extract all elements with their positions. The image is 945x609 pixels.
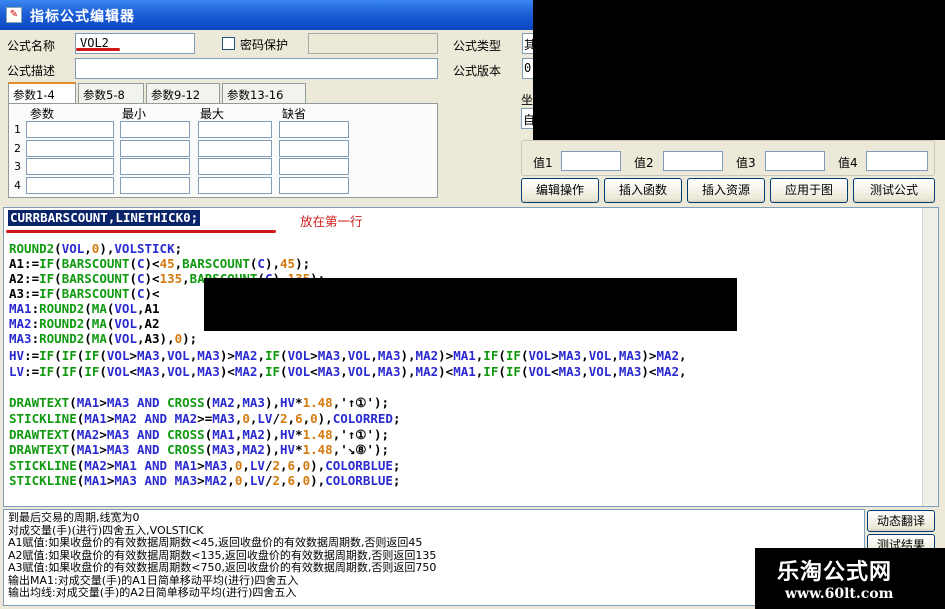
value4-label: 值4: [838, 156, 858, 170]
tab-params-13-16[interactable]: 参数13-16: [222, 83, 306, 103]
code-line: MA3:ROUND2(MA(VOL,A3),0);: [9, 331, 198, 346]
code-line: STICKLINE(MA1>MA2 AND MA2>=MA3,0,LV/2,6,…: [9, 411, 401, 426]
password-checkbox[interactable]: [222, 37, 235, 50]
code-line: HV:=IF(IF(IF(VOL>MA3,VOL,MA3)>MA2,IF(VOL…: [9, 348, 687, 363]
param-default-field[interactable]: [279, 121, 349, 138]
formula-name-label: 公式名称: [7, 39, 56, 53]
insert-function-button[interactable]: 插入函数: [604, 178, 682, 203]
password-label: 密码保护: [240, 38, 289, 52]
first-line-underline-mark: [6, 230, 276, 233]
formula-editor-window: ✎ 指标公式编辑器 公式名称 VOL2 密码保护 公式类型 其 公式描述 公式版…: [0, 0, 945, 609]
annotation-note: 放在第一行: [300, 214, 363, 229]
formula-type-label: 公式类型: [453, 39, 502, 53]
password-input[interactable]: [308, 33, 438, 54]
code-line: DRAWTEXT(MA1>MA3 AND CROSS(MA2,MA3),HV*1…: [9, 395, 390, 410]
param-min-field[interactable]: [120, 158, 190, 175]
value1-label: 值1: [533, 156, 553, 170]
code-line: DRAWTEXT(MA1>MA3 AND CROSS(MA3,MA2),HV*1…: [9, 442, 390, 457]
param-header-default: 缺省: [282, 107, 307, 121]
formula-desc-label: 公式描述: [7, 64, 56, 78]
code-line: STICKLINE(MA2>MA1 AND MA1>MA3,0,LV/2,6,0…: [9, 458, 401, 473]
param-row-number: 4: [14, 179, 21, 192]
param-min-field[interactable]: [120, 121, 190, 138]
watermark-name: 乐淘公式网: [777, 560, 893, 585]
insert-resource-button[interactable]: 插入资源: [687, 178, 765, 203]
formula-desc-input[interactable]: [75, 58, 438, 79]
param-max-field[interactable]: [198, 177, 272, 194]
code-redaction-block: [204, 278, 737, 331]
test-formula-button[interactable]: 测试公式: [853, 178, 935, 203]
explain-line: A3赋值:如果收盘价的有效数据周期数<750,返回收盘价的有效数据周期数,否则返…: [8, 561, 437, 574]
code-line: A1:=IF(BARSCOUNT(C)<45,BARSCOUNT(C),45);: [9, 256, 311, 271]
value4-input[interactable]: [866, 151, 928, 171]
param-default-field[interactable]: [279, 158, 349, 175]
param-row-number: 1: [14, 123, 21, 136]
formula-code-editor[interactable]: CURRBARSCOUNT,LINETHICK0; 放在第一行 ROUND2(V…: [3, 207, 939, 507]
tab-params-1-4[interactable]: 参数1-4: [8, 82, 76, 104]
param-max-field[interactable]: [198, 121, 272, 138]
param-name-field[interactable]: [26, 177, 114, 194]
redaction-block: [533, 0, 945, 140]
selected-first-line: CURRBARSCOUNT,LINETHICK0;: [8, 210, 201, 226]
param-default-field[interactable]: [279, 140, 349, 157]
explain-line: 输出均线:对成交量(手)的A2日简单移动平均(进行)四舍五入: [8, 586, 297, 599]
code-line: STICKLINE(MA1>MA3 AND MA3>MA2,0,LV/2,6,0…: [9, 473, 401, 488]
param-row-number: 3: [14, 160, 21, 173]
dynamic-translate-button[interactable]: 动态翻译: [867, 510, 935, 532]
code-line: ROUND2(VOL,0),VOLSTICK;: [9, 241, 183, 256]
param-header-min: 最小: [122, 107, 147, 121]
param-header-max: 最大: [200, 107, 225, 121]
watermark-url: www.60lt.com: [785, 586, 894, 602]
site-watermark: 乐淘公式网 www.60lt.com: [755, 548, 945, 609]
param-min-field[interactable]: [120, 177, 190, 194]
app-icon: ✎: [6, 7, 22, 23]
param-row-number: 2: [14, 142, 21, 155]
value3-label: 值3: [736, 156, 756, 170]
param-max-field[interactable]: [198, 158, 272, 175]
param-header-name: 参数: [30, 107, 55, 121]
value1-input[interactable]: [561, 151, 621, 171]
apply-to-chart-button[interactable]: 应用于图: [770, 178, 848, 203]
explain-line: 到最后交易的周期,线宽为0: [8, 511, 140, 524]
axis-label: 坐: [521, 93, 534, 107]
editor-scrollbar[interactable]: [922, 208, 938, 506]
code-line: DRAWTEXT(MA2>MA3 AND CROSS(MA1,MA2),HV*1…: [9, 427, 390, 442]
code-line: A3:=IF(BARSCOUNT(C)<: [9, 286, 160, 301]
param-name-field[interactable]: [26, 121, 114, 138]
value2-input[interactable]: [663, 151, 723, 171]
param-name-field[interactable]: [26, 140, 114, 157]
code-line: MA1:ROUND2(MA(VOL,A1: [9, 301, 160, 316]
edit-operation-button[interactable]: 编辑操作: [521, 178, 599, 203]
value3-input[interactable]: [765, 151, 825, 171]
formula-version-label: 公式版本: [453, 64, 502, 78]
param-name-field[interactable]: [26, 158, 114, 175]
param-default-field[interactable]: [279, 177, 349, 194]
code-line: MA2:ROUND2(MA(VOL,A2: [9, 316, 160, 331]
param-max-field[interactable]: [198, 140, 272, 157]
tab-params-9-12[interactable]: 参数9-12: [146, 83, 220, 103]
window-title: 指标公式编辑器: [30, 9, 135, 25]
param-min-field[interactable]: [120, 140, 190, 157]
formula-explanation-pane: 到最后交易的周期,线宽为0 对成交量(手)(进行)四舍五入,VOLSTICK A…: [3, 509, 865, 606]
title-bar: ✎ 指标公式编辑器: [0, 0, 535, 30]
code-line: LV:=IF(IF(IF(VOL<MA3,VOL,MA3)<MA2,IF(VOL…: [9, 364, 687, 379]
name-underline-mark: [76, 48, 120, 51]
value2-label: 值2: [634, 156, 654, 170]
explain-line: A1赋值:如果收盘价的有效数据周期数<45,返回收盘价的有效数据周期数,否则返回…: [8, 536, 423, 549]
tab-params-5-8[interactable]: 参数5-8: [78, 83, 144, 103]
